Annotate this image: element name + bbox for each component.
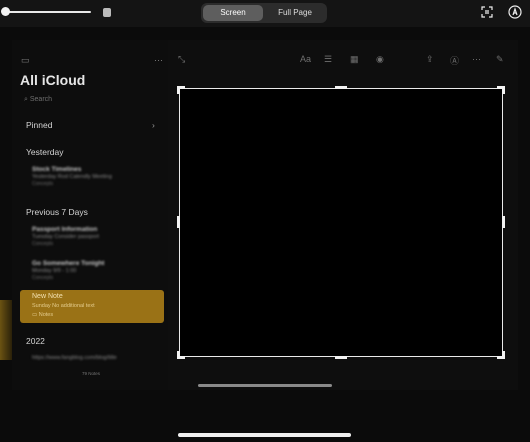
chevron-right-icon[interactable]: ›	[152, 120, 155, 130]
compose-icon[interactable]: ✎	[496, 54, 504, 65]
crop-handle-top-left-v[interactable]	[177, 86, 180, 94]
crop-handle-left[interactable]	[177, 216, 180, 228]
folder-title: All iCloud	[20, 72, 86, 88]
more-icon[interactable]: ⋯	[154, 55, 163, 66]
sidebar-toggle-icon[interactable]: ▭	[21, 55, 30, 66]
markup-pen-icon[interactable]	[508, 5, 522, 19]
section-yesterday: Yesterday	[26, 147, 64, 157]
table-icon[interactable]: ▦	[350, 54, 359, 65]
capture-region[interactable]	[179, 88, 503, 357]
selected-note-snippet: Sunday No additional text	[32, 303, 95, 309]
opacity-slider-end-icon	[103, 8, 111, 17]
section-pinned[interactable]: Pinned	[26, 120, 52, 130]
search-placeholder: Search	[29, 96, 53, 103]
crop-handle-bottom-left-v[interactable]	[177, 351, 180, 359]
list-item[interactable]: Stock Timelines Yesterday Rod Calendly M…	[32, 166, 112, 187]
crop-handle-top-right-v[interactable]	[502, 86, 505, 94]
crop-handle-bottom-right-v[interactable]	[502, 351, 505, 359]
expand-icon[interactable]: ⤡	[178, 54, 185, 65]
search-input[interactable]: ⌕ Search	[24, 96, 52, 104]
selected-note-folder: ▭ Notes	[32, 312, 54, 318]
capture-mode-control: Screen Full Page	[201, 3, 327, 23]
screen-tab[interactable]: Screen	[203, 5, 263, 21]
list-item[interactable]: https://www.fangblog.com/blog/title	[32, 354, 117, 361]
section-2022: 2022	[26, 336, 45, 346]
crop-handle-bottom[interactable]	[335, 356, 347, 359]
background-glow	[0, 300, 12, 360]
text-format-icon[interactable]: Aa	[300, 54, 311, 64]
screenshot-toolbar: Screen Full Page	[0, 0, 530, 27]
opacity-slider-track[interactable]	[5, 11, 91, 13]
share-icon[interactable]: ⇪	[426, 54, 434, 65]
list-item[interactable]: Passport Information Tuesday Consider pa…	[32, 226, 99, 247]
section-previous-7-days: Previous 7 Days	[26, 207, 88, 217]
notes-sidebar: ▭ ⋯ All iCloud ⌕ Search Pinned › Yesterd…	[12, 40, 168, 390]
crop-handle-top[interactable]	[335, 86, 347, 89]
camera-icon[interactable]: ◉	[376, 54, 384, 65]
home-indicator[interactable]	[178, 433, 351, 437]
crop-icon[interactable]	[480, 5, 494, 19]
checklist-icon[interactable]: ☰	[324, 54, 332, 65]
opacity-slider-knob[interactable]	[1, 7, 10, 16]
more-options-icon[interactable]: ⋯	[472, 54, 481, 65]
list-item[interactable]: Go Somewhere Tonight Monday 9/9 - 1:00 C…	[32, 260, 104, 281]
app-grabber	[198, 384, 332, 387]
crop-handle-right[interactable]	[502, 216, 505, 228]
note-count: 79 Notes	[82, 371, 101, 376]
full-page-tab[interactable]: Full Page	[265, 5, 325, 21]
markup-icon[interactable]: Ⓐ	[450, 54, 459, 67]
selected-note-title: New Note	[32, 293, 63, 300]
selected-note[interactable]: New Note Sunday No additional text ▭ Not…	[20, 290, 164, 323]
